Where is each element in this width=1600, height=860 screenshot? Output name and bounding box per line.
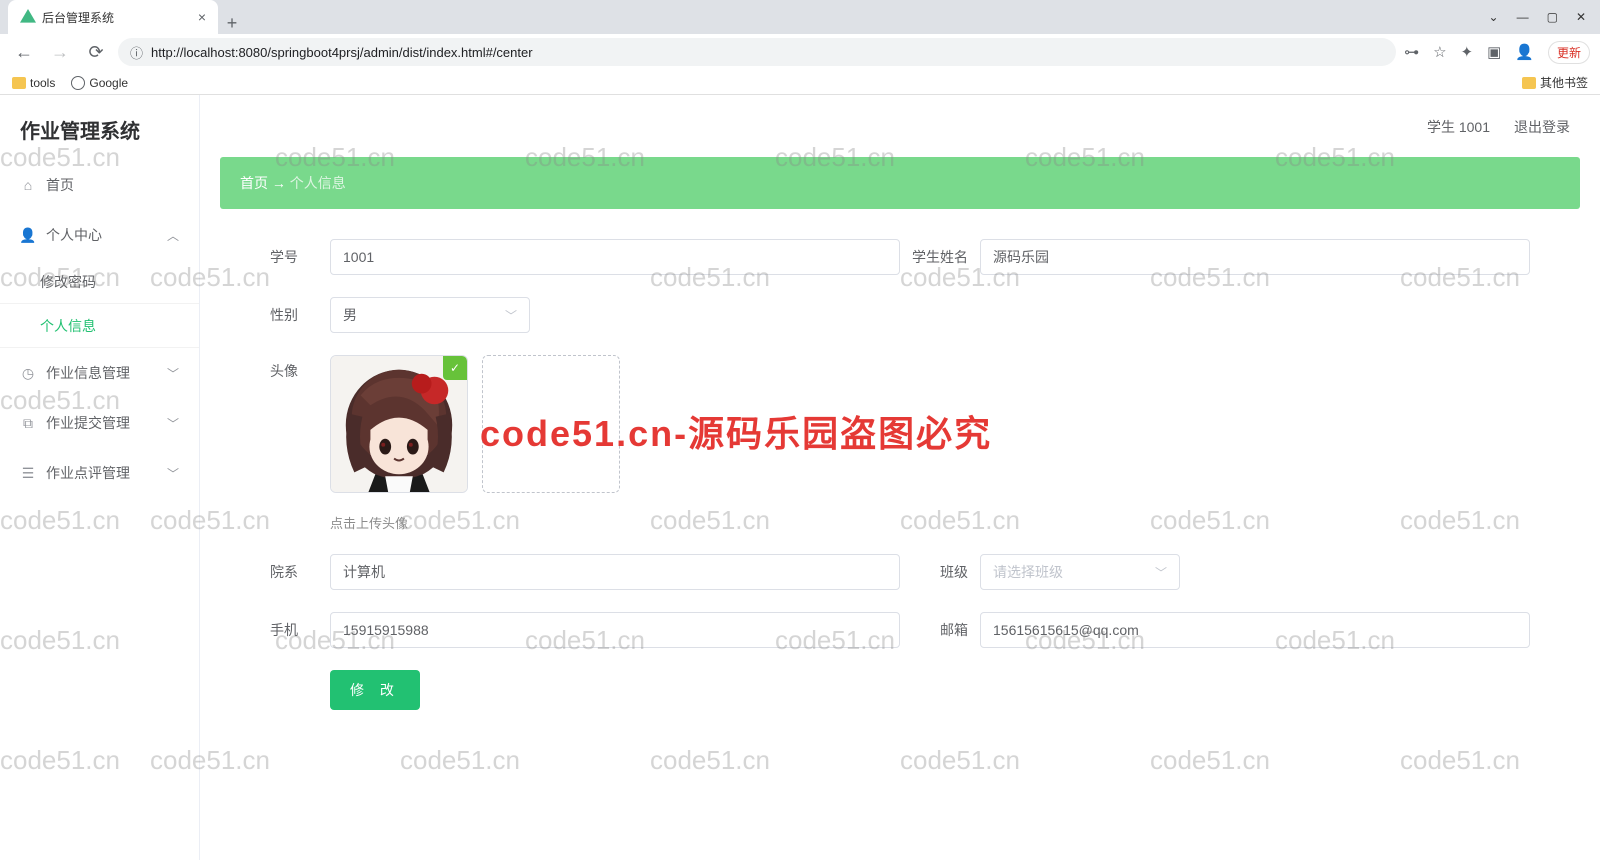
bookmark-google[interactable]: Google: [71, 76, 128, 90]
chevron-down-icon: ﹀: [167, 415, 179, 432]
vue-favicon-icon: [20, 9, 36, 25]
caret-down-icon: ﹀: [1155, 564, 1167, 581]
label-email: 邮箱: [900, 620, 980, 640]
label-student-no: 学号: [270, 247, 330, 267]
sidebar-item-change-password[interactable]: 修改密码: [0, 260, 199, 304]
maximize-icon[interactable]: ▢: [1547, 10, 1558, 24]
sidebar-menu: ⌂首页 👤个人中心 ︿ 修改密码 个人信息 ◷作业信息管理 ﹀ ⧉作业提交管理 …: [0, 160, 199, 498]
url-text: http://localhost:8080/springboot4prsj/ad…: [151, 45, 533, 60]
sidebar-item-homework-review[interactable]: ☰作业点评管理 ﹀: [0, 448, 199, 498]
upload-hint: 点击上传头像: [330, 513, 620, 532]
window-controls: ⌄ — ▢ ✕: [1475, 0, 1600, 34]
input-email[interactable]: [980, 612, 1530, 648]
nav-back-icon[interactable]: ←: [10, 38, 38, 66]
nav-forward-icon[interactable]: →: [46, 38, 74, 66]
chevron-down-icon: ﹀: [167, 365, 179, 382]
folder-icon: [1522, 77, 1536, 89]
tab-bar: 后台管理系统 × + ⌄ — ▢ ✕: [0, 0, 1600, 34]
password-key-icon[interactable]: ⊶: [1404, 43, 1419, 61]
list-icon: ☰: [20, 465, 36, 481]
chevron-up-icon: ︿: [167, 227, 179, 244]
copy-icon: ⧉: [20, 415, 36, 431]
label-gender: 性别: [270, 305, 330, 325]
topbar-user[interactable]: 学生 1001: [1427, 117, 1490, 137]
breadcrumb-arrow: →: [272, 175, 286, 191]
submit-button[interactable]: 修 改: [330, 670, 420, 710]
close-window-icon[interactable]: ✕: [1576, 10, 1586, 24]
chevron-down-icon: ﹀: [167, 465, 179, 482]
profile-form: 学号 学生姓名 性别 男 ﹀ 头像: [220, 239, 1580, 710]
avatar-preview[interactable]: ✓: [330, 355, 468, 493]
label-avatar: 头像: [270, 355, 330, 381]
new-tab-button[interactable]: +: [218, 13, 246, 34]
update-chip[interactable]: 更新: [1548, 41, 1590, 64]
label-phone: 手机: [270, 620, 330, 640]
toolbar-icons: ⊶ ☆ ✦ ▣ 👤 更新: [1404, 41, 1590, 64]
sidebar: 作业管理系统 ⌂首页 👤个人中心 ︿ 修改密码 个人信息 ◷作业信息管理 ﹀ ⧉…: [0, 95, 200, 860]
breadcrumb: 首页 → 个人信息: [220, 157, 1580, 209]
other-bookmarks[interactable]: 其他书签: [1522, 74, 1588, 91]
select-class[interactable]: 请选择班级 ﹀: [980, 554, 1180, 590]
breadcrumb-home[interactable]: 首页: [240, 175, 268, 191]
input-phone[interactable]: [330, 612, 900, 648]
select-gender-value: 男: [343, 305, 357, 325]
topbar-logout[interactable]: 退出登录: [1514, 117, 1570, 137]
input-student-no[interactable]: [330, 239, 900, 275]
sidebar-item-homework-info[interactable]: ◷作业信息管理 ﹀: [0, 348, 199, 398]
reload-icon[interactable]: ⟳: [82, 38, 110, 66]
sidebar-item-personal-center[interactable]: 👤个人中心 ︿: [0, 210, 199, 260]
input-department[interactable]: [330, 554, 900, 590]
extensions-puzzle-icon[interactable]: ✦: [1461, 43, 1474, 61]
close-tab-icon[interactable]: ×: [198, 9, 206, 25]
folder-icon: [12, 77, 26, 89]
avatar-upload-box[interactable]: [482, 355, 620, 493]
app-root: 作业管理系统 ⌂首页 👤个人中心 ︿ 修改密码 个人信息 ◷作业信息管理 ﹀ ⧉…: [0, 95, 1600, 860]
sidebar-item-homework-submit[interactable]: ⧉作业提交管理 ﹀: [0, 398, 199, 448]
side-panel-icon[interactable]: ▣: [1487, 43, 1501, 61]
clock-icon: ◷: [20, 365, 36, 381]
select-gender[interactable]: 男 ﹀: [330, 297, 530, 333]
bookmark-tools[interactable]: tools: [12, 76, 55, 90]
avatar-group: ✓: [330, 355, 620, 493]
browser-tab[interactable]: 后台管理系统 ×: [8, 0, 218, 34]
bookmark-star-icon[interactable]: ☆: [1433, 43, 1446, 61]
select-class-placeholder: 请选择班级: [993, 562, 1063, 582]
tab-title: 后台管理系统: [42, 9, 192, 26]
label-student-name: 学生姓名: [900, 247, 980, 267]
chevron-down-icon[interactable]: ⌄: [1489, 10, 1499, 24]
input-student-name[interactable]: [980, 239, 1530, 275]
check-badge-icon: ✓: [443, 356, 467, 380]
url-field[interactable]: ⓘ http://localhost:8080/springboot4prsj/…: [118, 38, 1396, 66]
globe-icon: [71, 76, 85, 90]
info-icon: ⓘ: [130, 43, 143, 62]
topbar: 学生 1001 退出登录: [220, 95, 1580, 157]
sidebar-item-home[interactable]: ⌂首页: [0, 160, 199, 210]
user-icon: 👤: [20, 227, 36, 243]
minimize-icon[interactable]: —: [1517, 10, 1529, 24]
label-class: 班级: [900, 562, 980, 582]
home-icon: ⌂: [20, 177, 36, 193]
browser-chrome: 后台管理系统 × + ⌄ — ▢ ✕ ← → ⟳ ⓘ http://localh…: [0, 0, 1600, 95]
label-department: 院系: [270, 562, 330, 582]
profile-icon[interactable]: 👤: [1515, 43, 1534, 61]
bookmarks-bar: tools Google 其他书签: [0, 70, 1600, 95]
main-content: 学生 1001 退出登录 首页 → 个人信息 学号 学生姓名 性别: [200, 95, 1600, 860]
breadcrumb-current: 个人信息: [290, 175, 346, 191]
sidebar-item-personal-info[interactable]: 个人信息: [0, 304, 199, 348]
address-bar: ← → ⟳ ⓘ http://localhost:8080/springboot…: [0, 34, 1600, 70]
app-title: 作业管理系统: [0, 115, 199, 160]
caret-down-icon: ﹀: [505, 307, 517, 324]
